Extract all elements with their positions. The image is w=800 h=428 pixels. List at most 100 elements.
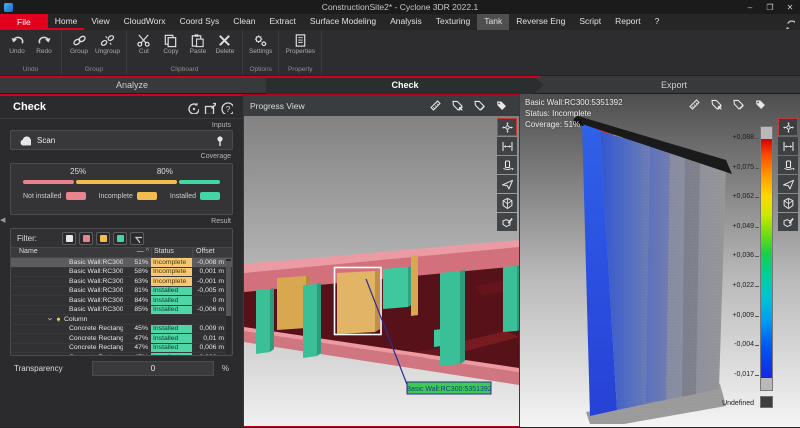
render-mode-icon[interactable] xyxy=(497,213,517,231)
table-row[interactable]: Basic Wall:RC300:534408585%Installed-0,0… xyxy=(11,306,232,316)
pick-pin-icon[interactable] xyxy=(212,134,224,146)
label-edit-icon[interactable] xyxy=(729,97,748,112)
button-label: Ungroup xyxy=(95,48,120,55)
label-icon[interactable] xyxy=(492,98,511,113)
menu-item-home[interactable]: Home xyxy=(48,14,85,30)
table-group-row[interactable]: Column xyxy=(11,315,232,325)
paste-button[interactable]: Paste xyxy=(185,32,211,65)
ribbon-group-undo: UndoRedoUndo xyxy=(0,30,62,75)
menu-item-report[interactable]: Report xyxy=(608,14,648,30)
detail-viewport[interactable]: Basic Wall:RC300:5351392 Status: Incompl… xyxy=(520,94,800,427)
scan-input-field[interactable]: Scan xyxy=(10,130,233,150)
measure-icon[interactable] xyxy=(685,97,704,112)
orbit-icon[interactable] xyxy=(497,118,517,136)
tab-check[interactable]: Check xyxy=(266,76,544,94)
tab-analyze[interactable]: Analyze xyxy=(0,76,264,94)
label-edit-icon[interactable] xyxy=(470,98,489,113)
coverage-low-value[interactable]: 25% xyxy=(70,167,86,176)
reset-icon[interactable] xyxy=(184,100,201,115)
measure-distance-icon[interactable] xyxy=(497,137,517,155)
table-row[interactable]: Basic Wall:RC300:535139251%Incomplete-0,… xyxy=(11,258,232,268)
menu-item-view[interactable]: View xyxy=(84,14,116,30)
measure-distance-icon[interactable] xyxy=(778,137,798,155)
view-cube-icon[interactable] xyxy=(497,194,517,212)
table-row[interactable]: Concrete Rectangular:RC47%Installed0,006… xyxy=(11,344,232,354)
row-status-badge: Installed xyxy=(151,353,192,356)
help-icon[interactable] xyxy=(218,100,235,115)
coverage-high-value[interactable]: 80% xyxy=(157,167,173,176)
labels-visibility-icon[interactable] xyxy=(707,97,726,112)
rotate-view-icon[interactable] xyxy=(778,156,798,174)
filter-color-toggle-2[interactable] xyxy=(96,232,110,245)
redo-button[interactable]: Redo xyxy=(31,32,57,65)
table-row[interactable]: Concrete Rectangular:RC47%Installed0,002… xyxy=(11,353,232,356)
row-offset: 0,009 m xyxy=(192,325,227,332)
ungroup-button[interactable]: Ungroup xyxy=(93,32,122,65)
tab-export[interactable]: Export xyxy=(548,76,800,94)
application-window: ConstructionSite2* - Cyclone 3DR 2022.1 … xyxy=(0,0,800,428)
copy-button[interactable]: Copy xyxy=(158,32,184,65)
scan-input-label: Scan xyxy=(37,136,206,145)
undo-button[interactable]: Undo xyxy=(4,32,30,65)
group-button[interactable]: Group xyxy=(66,32,92,65)
group-label: Column xyxy=(64,316,87,323)
menu-item-coord-sys[interactable]: Coord Sys xyxy=(173,14,227,30)
labels-visibility-icon[interactable] xyxy=(448,98,467,113)
menu-item-clean[interactable]: Clean xyxy=(226,14,262,30)
filter-color-toggle-1[interactable] xyxy=(79,232,93,245)
filter-funnel-icon[interactable] xyxy=(130,232,144,245)
menu-item-cloudworx[interactable]: CloudWorx xyxy=(117,14,173,30)
filter-color-toggle-3[interactable] xyxy=(113,232,127,245)
menu-item-script[interactable]: Script xyxy=(572,14,608,30)
table-row[interactable]: Basic Wall:RC300:534392558%Incomplete0,0… xyxy=(11,268,232,278)
render-mode-icon[interactable] xyxy=(778,213,798,231)
menu-item-extract[interactable]: Extract xyxy=(262,14,302,30)
table-row[interactable]: Concrete Rectangular:RC45%Installed0,009… xyxy=(11,325,232,335)
row-coverage-pct: 84% xyxy=(123,297,151,304)
window-title: ConstructionSite2* - Cyclone 3DR 2022.1 xyxy=(0,2,800,12)
table-scrollbar[interactable] xyxy=(226,259,231,354)
sync-icon[interactable] xyxy=(784,16,796,28)
properties-button[interactable]: Properties xyxy=(283,32,317,65)
table-header[interactable]: Name — ^ Status Offset xyxy=(11,247,232,258)
ribbon-group-label: Group xyxy=(66,65,122,75)
row-name: Basic Wall:RC300:5344085 xyxy=(11,306,123,313)
collapse-left-panel-button[interactable]: ◀ xyxy=(0,216,5,224)
delete-icon xyxy=(217,32,232,47)
table-row[interactable]: Basic Wall:RC300:533786484%Installed0 m xyxy=(11,296,232,306)
settings-button[interactable]: Settings xyxy=(247,32,275,65)
transparency-input[interactable]: 0 xyxy=(92,361,214,376)
menu-item-surface-modeling[interactable]: Surface Modeling xyxy=(303,14,383,30)
color-scale: +0,088+0,075+0,062+0,049+0,036+0,022+0,0… xyxy=(701,126,773,421)
orbit-icon[interactable] xyxy=(778,118,798,136)
row-coverage-pct: 45% xyxy=(123,325,151,332)
pop-out-icon[interactable] xyxy=(201,100,218,115)
file-menu-button[interactable]: File xyxy=(0,14,48,30)
measure-icon[interactable] xyxy=(426,98,445,113)
filter-color-toggle-0[interactable] xyxy=(62,232,76,245)
legend-swatch xyxy=(137,192,157,200)
rotate-view-icon[interactable] xyxy=(497,156,517,174)
ribbon-group-label: Clipboard xyxy=(131,65,238,75)
menu-item-tank[interactable]: Tank xyxy=(477,14,509,30)
scale-tick-label: +0,088 xyxy=(732,134,754,141)
table-row[interactable]: Basic Wall:RC300:533990663%Incomplete-0,… xyxy=(11,277,232,287)
view-cube-icon[interactable] xyxy=(778,194,798,212)
row-name: Basic Wall:RC300:5351392 xyxy=(11,259,123,266)
menu-item-texturing[interactable]: Texturing xyxy=(429,14,478,30)
menu-item-?[interactable]: ? xyxy=(648,14,667,30)
fly-mode-icon[interactable] xyxy=(778,175,798,193)
coverage-slider[interactable] xyxy=(23,180,220,184)
table-row[interactable]: Basic Wall:RC300:533984481%Installed-0,0… xyxy=(11,287,232,297)
menu-item-analysis[interactable]: Analysis xyxy=(383,14,429,30)
progress-3d-scene[interactable]: Basic Wall:RC300:5351392 xyxy=(244,116,519,426)
table-row[interactable]: Concrete Rectangular:RC47%Installed0,01 … xyxy=(11,334,232,344)
legend-label: Incomplete xyxy=(99,193,133,200)
menu-item-reverse-eng[interactable]: Reverse Eng xyxy=(509,14,572,30)
fly-mode-icon[interactable] xyxy=(497,175,517,193)
redo-icon xyxy=(37,32,52,47)
button-label: Cut xyxy=(139,48,149,55)
delete-button[interactable]: Delete xyxy=(212,32,238,65)
label-icon[interactable] xyxy=(751,97,770,112)
cut-button[interactable]: Cut xyxy=(131,32,157,65)
